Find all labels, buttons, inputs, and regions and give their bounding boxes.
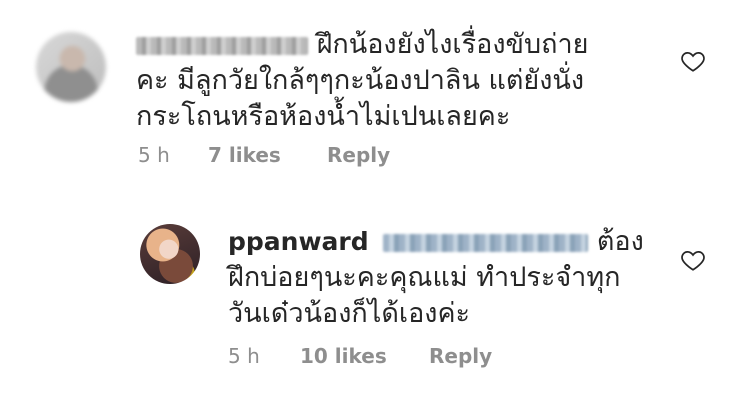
comment-text-line-3: กระโถนหรือห้องน้ำไม่เปนเลยคะ bbox=[136, 101, 511, 132]
avatar[interactable] bbox=[140, 224, 200, 284]
comment-text-line-3: วันเด๋วน้องก็ได้เองค่ะ bbox=[228, 298, 471, 329]
redacted-username bbox=[136, 36, 308, 55]
heart-outline-icon[interactable] bbox=[680, 48, 706, 74]
comment-meta: 5 h 10 likes Reply bbox=[228, 344, 628, 370]
comment-text: ฝึกน้องยังไงเรื่องขับถ่าย bbox=[136, 27, 588, 63]
reply-button[interactable]: Reply bbox=[429, 344, 492, 368]
avatar[interactable] bbox=[36, 32, 106, 102]
reply-button[interactable]: Reply bbox=[327, 143, 390, 167]
reply-text: ppanward ต้อง bbox=[228, 224, 644, 260]
likes-count[interactable]: 10 likes bbox=[300, 344, 387, 368]
comment-text-line-2: ฝึกบ่อยๆนะคะคุณแม่ ทำประจำทุก bbox=[228, 262, 621, 293]
heart-outline-icon[interactable] bbox=[680, 247, 706, 273]
likes-count[interactable]: 7 likes bbox=[208, 143, 281, 167]
comment-text-line-1: ต้อง bbox=[596, 226, 644, 257]
timestamp: 5 h bbox=[138, 143, 170, 167]
username[interactable]: ppanward bbox=[228, 227, 369, 256]
comment-text-line-1: ฝึกน้องยังไงเรื่องขับถ่าย bbox=[316, 29, 589, 60]
comment-text-line-2: คะ มีลูกวัยใกล้ๆๆกะน้องปาลิน แต่ยังนั่ง bbox=[136, 65, 585, 96]
timestamp: 5 h bbox=[228, 344, 260, 368]
comment-meta: 5 h 7 likes Reply bbox=[136, 143, 536, 169]
redacted-mention bbox=[383, 233, 589, 252]
